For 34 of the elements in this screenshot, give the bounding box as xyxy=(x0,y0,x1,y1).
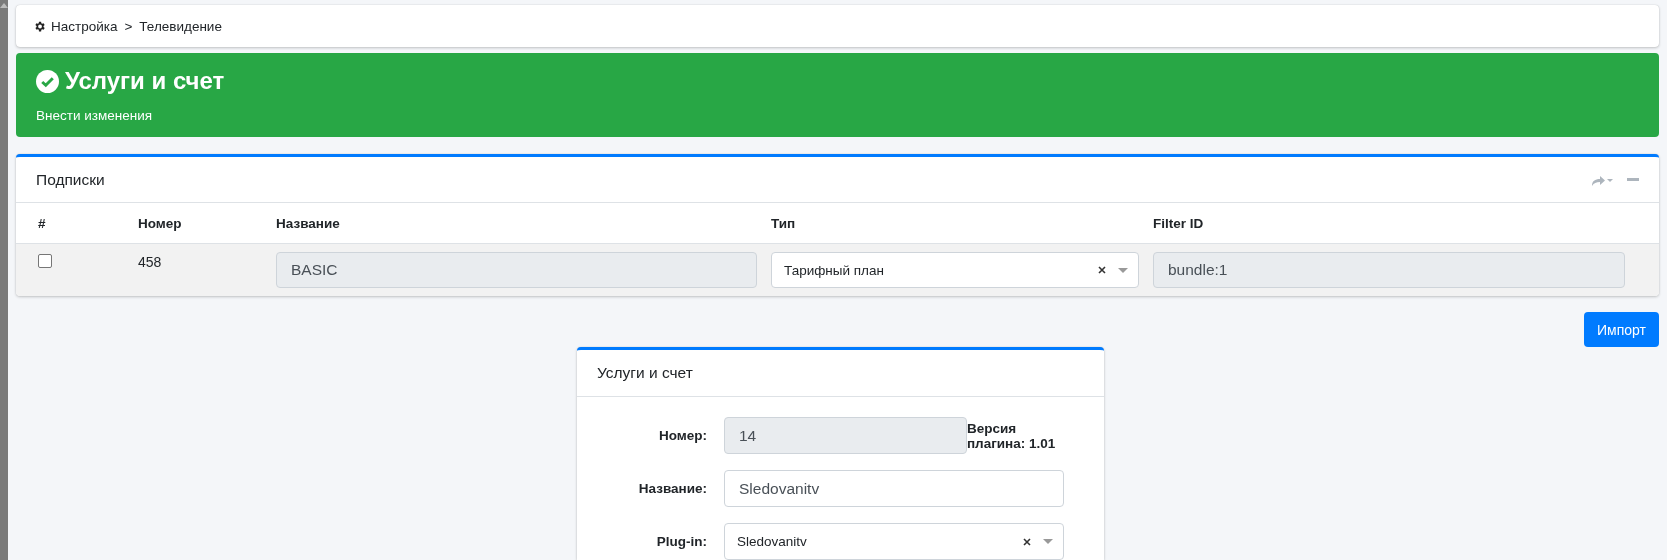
breadcrumb-link[interactable]: Телевидение xyxy=(139,18,222,34)
share-dropdown-icon[interactable] xyxy=(1591,173,1613,186)
field-label: Номер: xyxy=(657,428,707,443)
column-header: Filter ID xyxy=(1153,215,1205,231)
type-select[interactable]: Тарифный план xyxy=(771,252,1139,288)
import-button[interactable]: Импорт xyxy=(1584,312,1659,347)
table-cell-text: 458 xyxy=(138,254,163,270)
filter-id-field[interactable]: bundle:1 xyxy=(1153,252,1625,288)
name-field[interactable]: BASIC xyxy=(276,252,757,288)
field-label: Название: xyxy=(637,481,707,496)
name-field[interactable]: Sledovanitv xyxy=(724,470,1064,507)
scrollbar[interactable] xyxy=(0,0,8,560)
clear-icon[interactable] xyxy=(1098,266,1106,274)
breadcrumb-separator: > xyxy=(124,18,133,34)
scroll-up-icon[interactable] xyxy=(0,3,8,8)
caret-icon[interactable] xyxy=(1118,267,1128,273)
plugin-version: Версия плагина: 1.01 xyxy=(966,420,1057,451)
column-header: Тип xyxy=(771,215,797,231)
banner-subtitle: Внести изменения xyxy=(36,108,153,123)
column-header: Номер xyxy=(138,215,183,231)
banner-title: Услуги и счет xyxy=(65,67,225,95)
column-header: Название xyxy=(276,215,341,231)
caret-icon[interactable] xyxy=(1043,539,1053,544)
row-checkbox[interactable] xyxy=(38,254,52,268)
gear-icon xyxy=(33,19,46,33)
field-label: Plug-in: xyxy=(655,534,707,549)
plugin-select[interactable]: Sledovanitv xyxy=(724,523,1064,560)
clear-icon[interactable] xyxy=(1023,537,1031,546)
panel-title: Подписки xyxy=(36,170,105,189)
card-title: Услуги и счет xyxy=(597,364,693,382)
column-header: # xyxy=(38,215,47,231)
check-circle-icon xyxy=(36,69,59,93)
breadcrumb-link[interactable]: Настройка xyxy=(51,18,118,34)
number-field[interactable]: 14 xyxy=(724,417,967,454)
